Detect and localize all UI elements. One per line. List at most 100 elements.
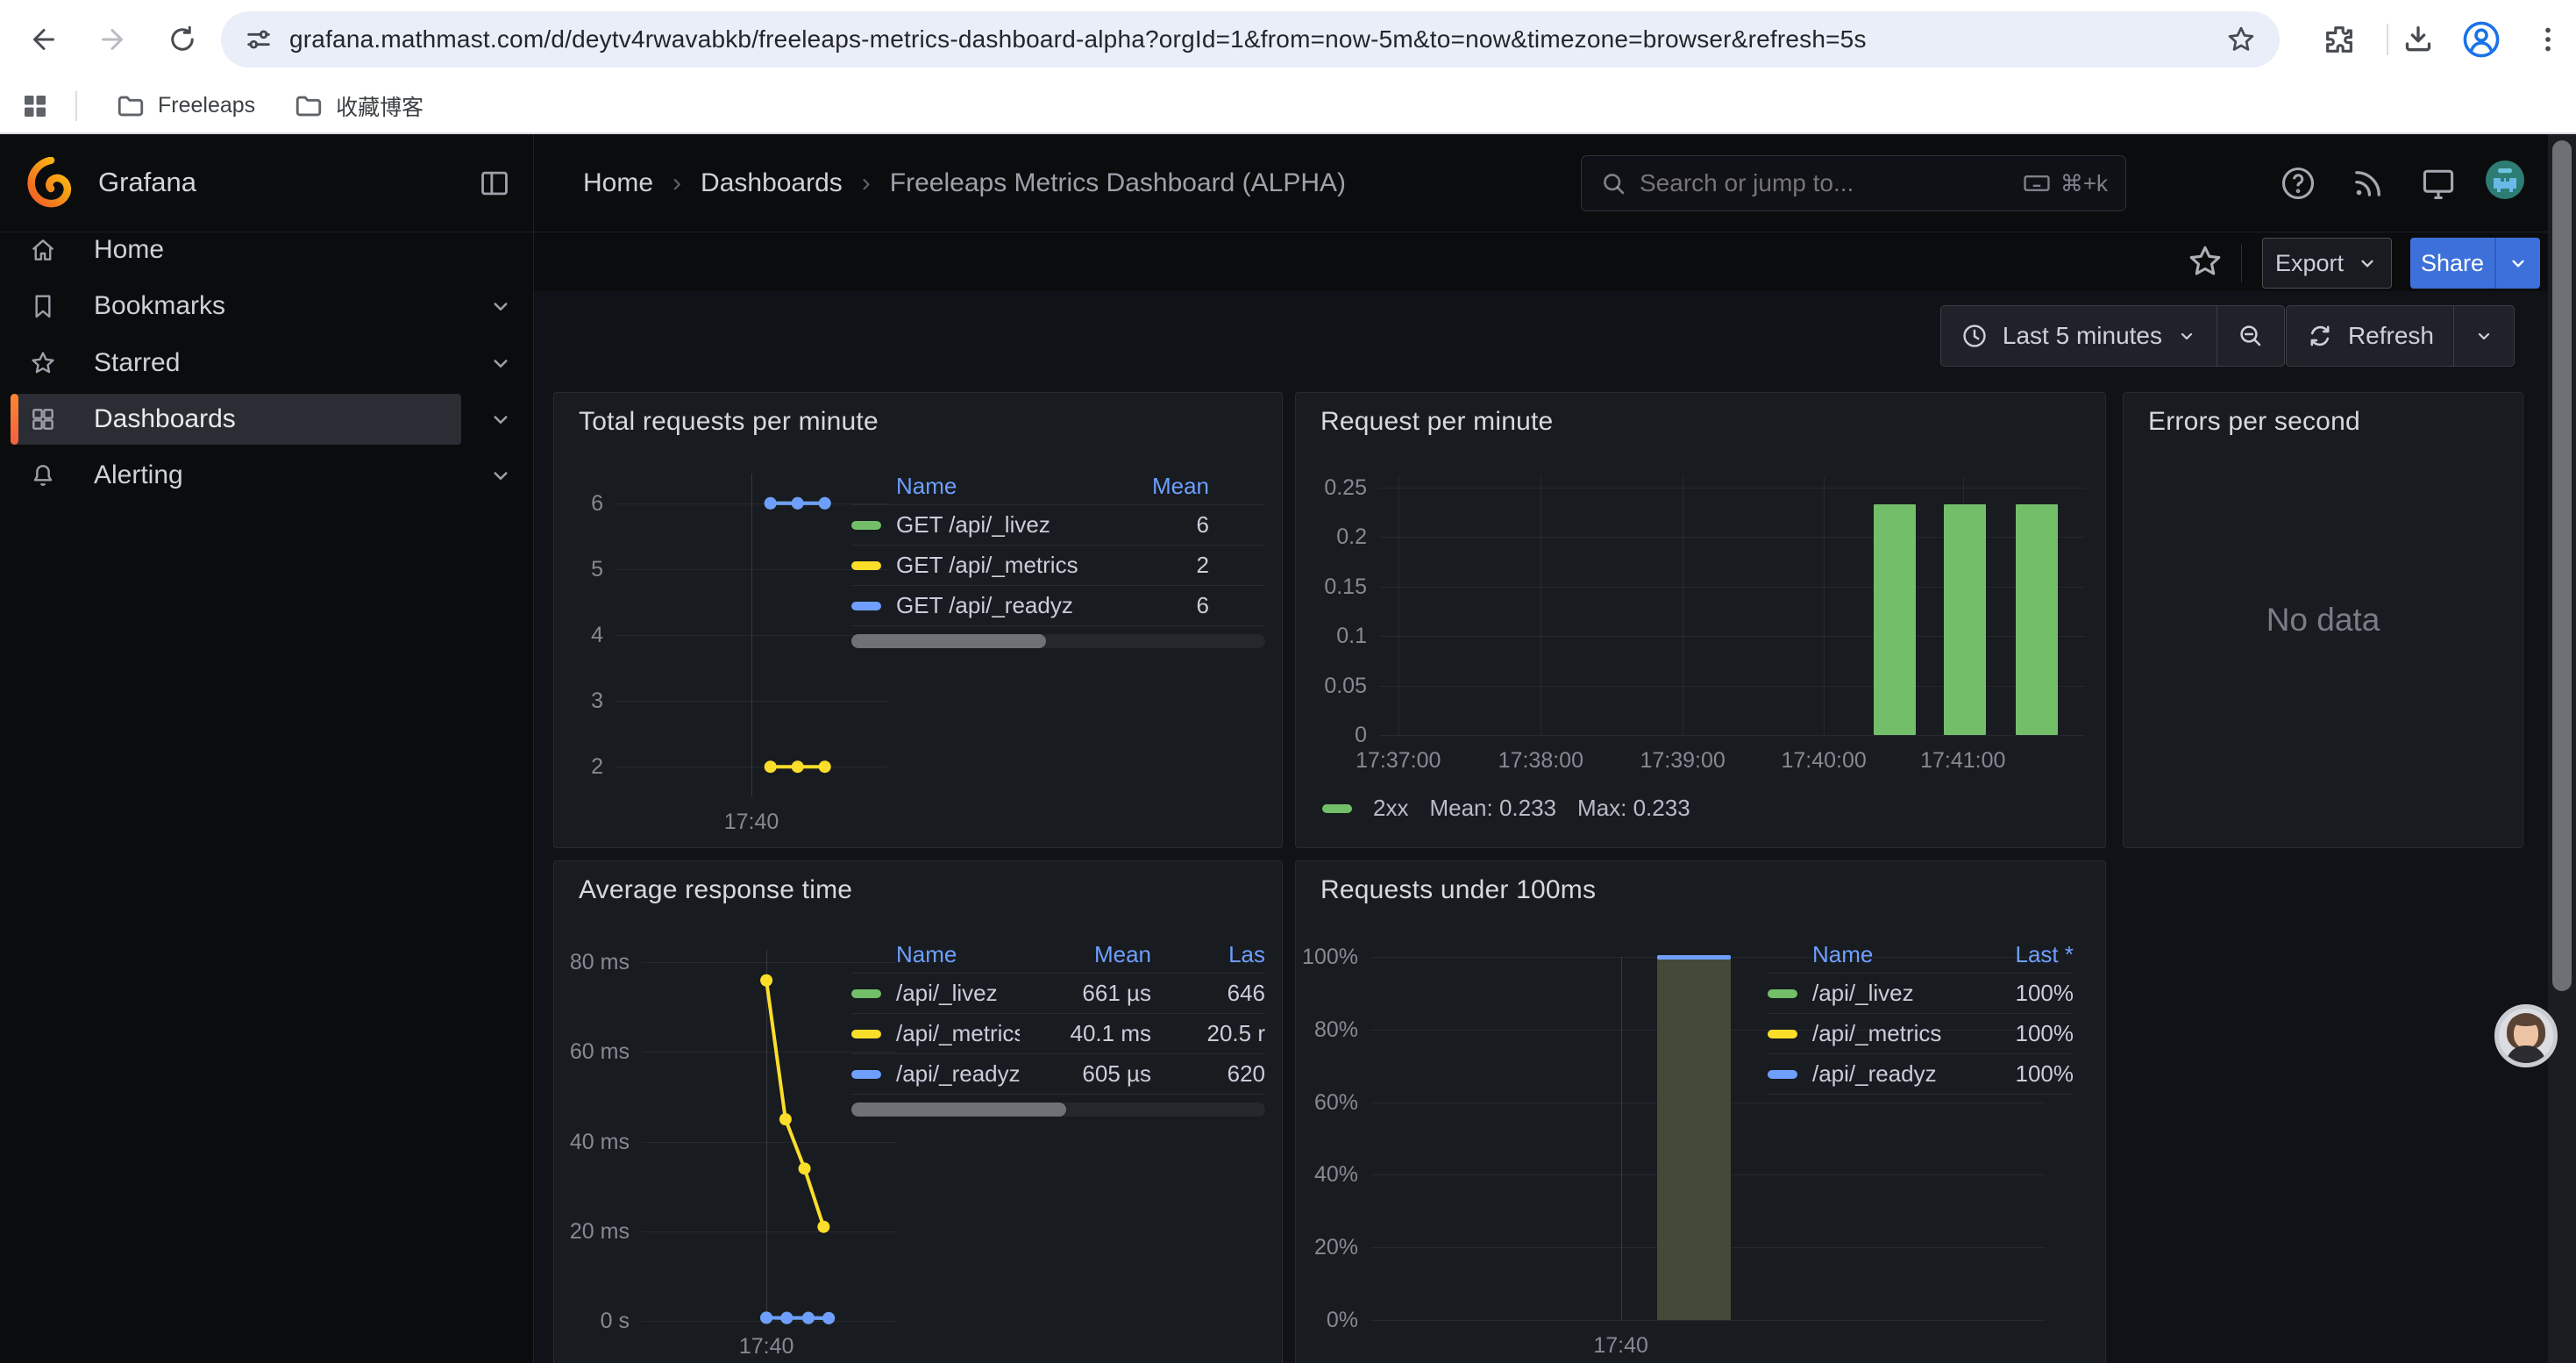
breadcrumb-separator: › — [862, 168, 871, 198]
reload-icon[interactable] — [158, 15, 207, 64]
url-bar[interactable]: grafana.mathmast.com/d/deytv4rwavabkb/fr… — [221, 11, 2280, 68]
browser-menu-icon[interactable] — [2532, 15, 2564, 64]
search-input[interactable]: ⌘+k — [1581, 155, 2126, 211]
favorite-star-icon[interactable] — [2186, 242, 2228, 284]
y-axis-tick-label: 60 ms — [554, 1038, 630, 1065]
legend-series-name[interactable]: /api/_metrics — [851, 1020, 1020, 1047]
legend-series-name[interactable]: /api/_livez — [851, 980, 1020, 1007]
chart-bar[interactable] — [2016, 504, 2058, 735]
brand-row: Grafana — [0, 134, 533, 232]
share-button[interactable]: Share — [2410, 238, 2494, 289]
legend-series-name[interactable]: GET /api/_metrics — [851, 552, 1121, 579]
breadcrumb-home[interactable]: Home — [583, 168, 653, 198]
back-icon[interactable] — [19, 15, 68, 64]
page-scrollbar[interactable] — [2548, 134, 2576, 1363]
forward-icon[interactable] — [88, 15, 137, 64]
data-point[interactable] — [765, 497, 777, 510]
chevron-down-icon[interactable] — [487, 406, 514, 432]
legend-header-name: Name — [851, 941, 1020, 968]
avatar-fringe — [2511, 1015, 2541, 1026]
legend-scrollbar[interactable] — [851, 634, 1265, 648]
data-point[interactable] — [802, 1312, 815, 1324]
user-avatar[interactable] — [2484, 159, 2526, 201]
legend-rows: /api/_livez100%/api/_metrics100%/api/_re… — [1768, 973, 2074, 1095]
export-button[interactable]: Export — [2262, 238, 2392, 289]
kiosk-monitor-icon[interactable] — [2417, 162, 2459, 204]
sidebar-item-starred[interactable]: Starred — [11, 338, 461, 389]
extensions-icon[interactable] — [2322, 15, 2357, 64]
floating-assistant-avatar[interactable] — [2494, 1004, 2558, 1067]
gridline-h — [1379, 735, 2085, 736]
chevron-down-icon[interactable] — [487, 462, 514, 489]
scrollbar-thumb[interactable] — [2552, 140, 2572, 991]
legend-header-las: Las — [1151, 941, 1265, 968]
sidebar-item-bookmarks[interactable]: Bookmarks — [11, 281, 461, 332]
search-shortcut: ⌘+k — [2060, 170, 2108, 197]
bookmark-folder-blogs[interactable]: 收藏博客 — [294, 90, 423, 122]
data-point[interactable] — [819, 497, 831, 510]
sidebar-item-dashboards[interactable]: Dashboards — [11, 394, 461, 445]
legend-series-name[interactable]: /api/_readyz — [1768, 1060, 1968, 1088]
legend-swatch — [1768, 989, 1797, 998]
legend-row: /api/_metrics40.1 ms20.5 r — [851, 1013, 1265, 1053]
share-menu-button[interactable] — [2494, 238, 2540, 289]
chevron-down-icon — [2356, 252, 2379, 275]
legend-value: 40.1 ms — [1020, 1020, 1151, 1047]
dashboard-canvas: Last 5 minutes Refresh Total requests p — [534, 291, 2548, 1363]
series-line — [616, 468, 887, 802]
legend-series-label[interactable]: 2xx — [1373, 795, 1408, 822]
legend-scrollbar-thumb[interactable] — [851, 1103, 1066, 1117]
x-axis-tick-label: 17:40 — [664, 809, 839, 835]
legend-series-name[interactable]: /api/_livez — [1768, 980, 1968, 1007]
collapse-sidebar-icon[interactable] — [478, 167, 511, 200]
sidebar-item-label: Home — [94, 235, 164, 265]
screen: grafana.mathmast.com/d/deytv4rwavabkb/fr… — [0, 0, 2576, 1363]
chart-bar[interactable] — [1874, 504, 1916, 735]
chevron-down-icon[interactable] — [487, 350, 514, 376]
y-axis-tick-label: 60% — [1296, 1089, 1358, 1116]
legend-series-name[interactable]: /api/_readyz — [851, 1060, 1020, 1088]
dashboard-subheader: Export Share — [534, 232, 2548, 291]
legend-stat-max: Max: 0.233 — [1577, 795, 1690, 822]
bookmark-folder-label: 收藏博客 — [336, 90, 423, 122]
apps-grid-icon[interactable] — [19, 90, 51, 122]
legend-series-name[interactable]: /api/_metrics — [1768, 1020, 1968, 1047]
data-point[interactable] — [792, 497, 804, 510]
breadcrumb-dashboards[interactable]: Dashboards — [701, 168, 843, 198]
refresh-interval-button[interactable] — [2453, 306, 2514, 366]
chart-area-column[interactable] — [1657, 957, 1731, 1320]
grafana-logo-icon[interactable] — [25, 157, 77, 210]
y-axis-tick-label: 5 — [554, 556, 603, 582]
time-range-picker[interactable]: Last 5 minutes — [1941, 306, 2217, 366]
legend-value: 646 — [1151, 980, 1265, 1007]
zoom-out-button[interactable] — [2217, 306, 2284, 366]
bookmarks-bar: Freeleaps 收藏博客 — [0, 79, 2576, 132]
help-icon[interactable] — [2277, 162, 2319, 204]
downloads-icon[interactable] — [2401, 15, 2436, 64]
folder-icon — [116, 91, 146, 121]
site-settings-icon[interactable] — [244, 25, 274, 54]
data-point[interactable] — [822, 1312, 835, 1324]
clock-icon — [1960, 322, 1989, 350]
bookmark-folder-freeleaps[interactable]: Freeleaps — [116, 91, 255, 121]
bookmark-star-icon[interactable] — [2225, 24, 2257, 55]
chevron-down-icon[interactable] — [487, 293, 514, 319]
sidebar-item-alerting[interactable]: Alerting — [11, 450, 461, 501]
subheader-divider — [2241, 244, 2242, 282]
legend-series-name[interactable]: GET /api/_readyz — [851, 592, 1121, 619]
news-rss-icon[interactable] — [2347, 162, 2389, 204]
export-label: Export — [2275, 250, 2344, 277]
data-point[interactable] — [780, 1312, 793, 1324]
sidebar-item-label: Starred — [94, 348, 180, 378]
legend-rows: /api/_livez661 µs646/api/_metrics40.1 ms… — [851, 973, 1265, 1095]
profile-avatar-icon[interactable] — [2460, 15, 2502, 64]
chart-bar[interactable] — [1944, 504, 1986, 735]
legend-value: 605 µs — [1020, 1060, 1151, 1088]
data-point[interactable] — [760, 1311, 772, 1324]
legend-scrollbar[interactable] — [851, 1103, 1265, 1117]
legend-series-name[interactable]: GET /api/_livez — [851, 511, 1121, 539]
y-axis-tick-label: 40% — [1296, 1161, 1358, 1188]
legend-scrollbar-thumb[interactable] — [851, 634, 1046, 648]
refresh-button[interactable]: Refresh — [2287, 306, 2453, 366]
sidebar-item-home[interactable]: Home — [11, 225, 461, 275]
